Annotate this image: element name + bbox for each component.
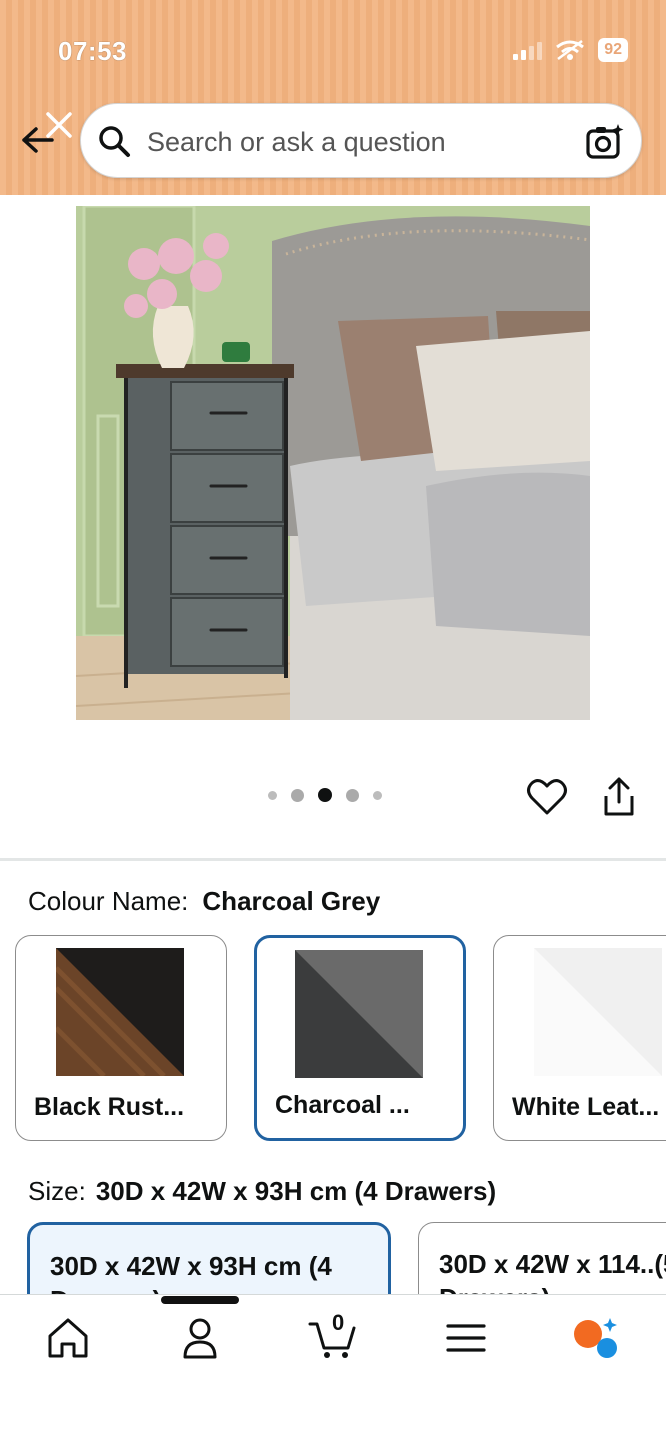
swatch-image [56, 948, 184, 1076]
share-icon[interactable] [600, 776, 638, 818]
image-carousel-indicator[interactable] [268, 788, 382, 802]
search-input[interactable]: Search or ask a question [147, 127, 446, 158]
colour-option-label: White Leat... [512, 1093, 660, 1121]
search-bar[interactable]: Search or ask a question [80, 103, 642, 178]
carousel-dot [268, 790, 277, 800]
header: 07:53 92 Search or ask a question [0, 0, 666, 195]
carousel-dot [373, 790, 382, 800]
cart-button[interactable]: 0 [308, 1310, 356, 1360]
carousel-dot [346, 788, 359, 802]
swatch-image [534, 948, 662, 1076]
carousel-dot-active [318, 788, 332, 802]
colour-option-label: Black Rust... [34, 1093, 185, 1121]
colour-selected-value: Charcoal Grey [202, 886, 381, 916]
colour-option-black-rustic[interactable]: Black Rust... [15, 935, 227, 1141]
product-image[interactable] [76, 206, 590, 720]
section-divider [0, 858, 666, 861]
vpn-wifi-icon [556, 40, 585, 60]
back-close-button[interactable] [18, 112, 76, 170]
colour-option-label: Charcoal ... [275, 1091, 410, 1119]
swatch-image [295, 950, 423, 1078]
cart-count: 0 [332, 1310, 345, 1335]
camera-lens-icon[interactable] [585, 122, 625, 162]
size-selected-value: 30D x 42W x 93H cm (4 Drawers) [95, 1176, 497, 1206]
home-icon[interactable] [44, 1316, 92, 1360]
product-photo [76, 206, 590, 720]
account-icon[interactable] [176, 1316, 224, 1360]
signal-icon [513, 40, 543, 60]
colour-option-charcoal-grey[interactable]: Charcoal ... [254, 935, 466, 1141]
home-indicator [161, 1296, 239, 1304]
size-row: Size: 30D x 42W x 93H cm (4 Drawers) [28, 1176, 496, 1207]
menu-icon[interactable] [442, 1316, 490, 1360]
wishlist-heart-icon[interactable] [526, 776, 568, 818]
colour-label: Colour Name: [28, 886, 189, 916]
colour-option-white-leather[interactable]: White Leat... [493, 935, 666, 1141]
search-icon [99, 126, 130, 157]
status-icons: 92 [513, 38, 628, 62]
status-time: 07:53 [58, 36, 127, 66]
battery-indicator: 92 [598, 38, 628, 62]
product-page: 07:53 92 Search or ask a question Colour… [0, 0, 666, 1440]
carousel-dot [291, 788, 304, 802]
colour-name-row: Colour Name: Charcoal Grey [28, 886, 380, 917]
size-label: Size: [28, 1176, 86, 1206]
rufus-ai-assistant-icon[interactable] [572, 1316, 620, 1360]
